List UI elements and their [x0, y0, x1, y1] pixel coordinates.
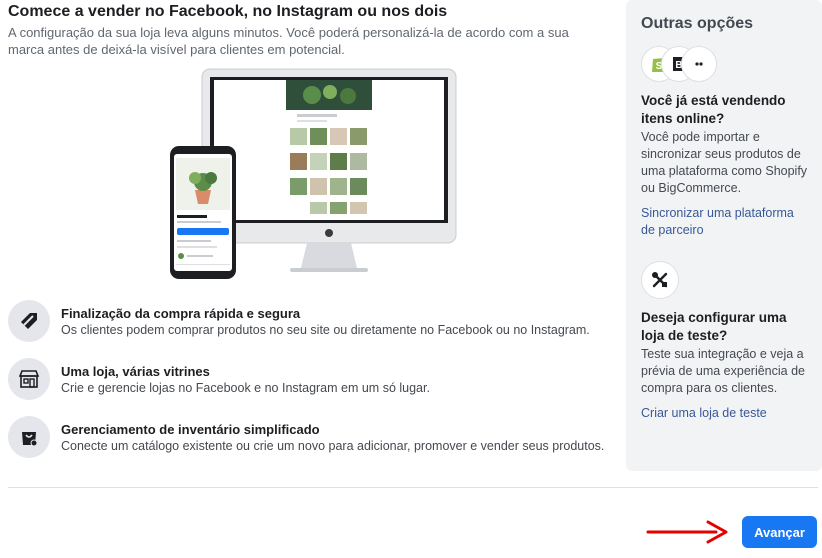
- sync-partner-link[interactable]: Sincronizar uma plataforma de parceiro: [641, 205, 808, 239]
- red-arrow-annotation: [646, 520, 728, 544]
- next-button[interactable]: Avançar: [742, 516, 817, 548]
- shop-devices-illustration: [170, 68, 457, 279]
- test-shop-option-desc: Teste sua integração e veja a prévia de …: [641, 347, 805, 395]
- other-options-title: Outras opções: [641, 15, 754, 32]
- features-list: Finalização da compra rápida e segura Os…: [8, 300, 618, 474]
- tag-icon: [8, 300, 50, 342]
- partner-option-title: Você já está vendendo itens online?: [641, 93, 786, 126]
- test-shop-option-title: Deseja configurar uma loja de teste?: [641, 310, 787, 343]
- create-test-shop-link[interactable]: Criar uma loja de teste: [641, 405, 808, 422]
- other-options-panel: Outras opções S B Você já está vendendo …: [626, 0, 822, 471]
- more-partners-icon: [681, 46, 717, 82]
- feature-desc: Os clientes podem comprar produtos no se…: [61, 323, 590, 337]
- phone-illustration: [170, 146, 236, 279]
- page-subtitle: A configuração da sua loja leva alguns m…: [8, 25, 569, 57]
- feature-title: Gerenciamento de inventário simplificado: [61, 422, 320, 437]
- feature-storefronts: Uma loja, várias vitrines Crie e gerenci…: [8, 358, 618, 404]
- feature-desc: Conecte um catálogo existente ou crie um…: [61, 439, 605, 453]
- main-content: Comece a vender no Facebook, no Instagra…: [8, 0, 618, 58]
- feature-desc: Crie e gerencie lojas no Facebook e no I…: [61, 381, 430, 395]
- footer-divider: [8, 487, 818, 488]
- feature-title: Uma loja, várias vitrines: [61, 364, 210, 379]
- feature-checkout: Finalização da compra rápida e segura Os…: [8, 300, 618, 346]
- tools-icon: [641, 261, 679, 299]
- feature-inventory: Gerenciamento de inventário simplificado…: [8, 416, 618, 462]
- feature-title: Finalização da compra rápida e segura: [61, 306, 301, 321]
- partner-logos: S B: [641, 46, 808, 82]
- page-title: Comece a vender no Facebook, no Instagra…: [8, 3, 448, 20]
- shopping-bag-icon: [8, 416, 50, 458]
- partner-option-desc: Você pode importar e sincronizar seus pr…: [641, 130, 808, 195]
- storefront-icon: [8, 358, 50, 400]
